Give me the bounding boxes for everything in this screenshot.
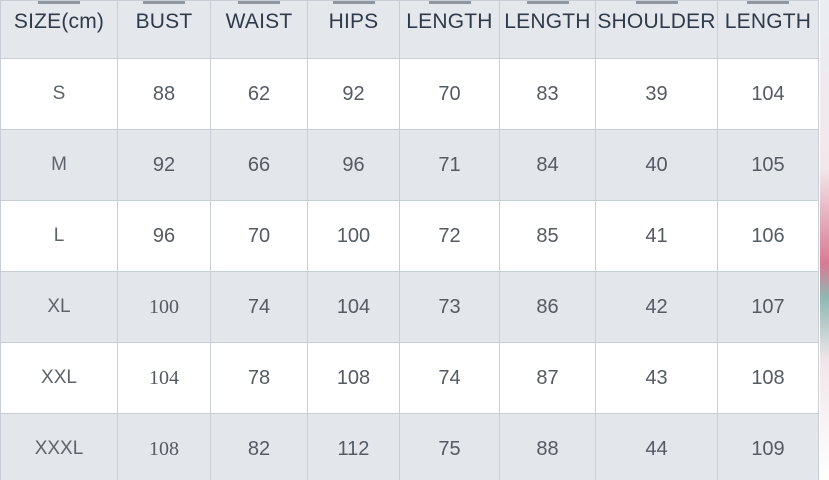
table-cell: 86 <box>499 271 596 343</box>
background-photo-edge <box>820 0 829 480</box>
table-cell: 42 <box>595 271 718 343</box>
table-row: XL 100 74 104 73 86 42 107 <box>0 271 819 343</box>
table-cell: 105 <box>717 129 819 201</box>
cropped-text-mark <box>38 1 80 9</box>
size-chart-page: SIZE(cm) BUST WAIST HIPS LENGTH LENGTH S… <box>0 0 829 480</box>
table-cell: 41 <box>595 200 718 272</box>
table-cell: 112 <box>307 413 400 480</box>
table-cell: 109 <box>717 413 819 480</box>
size-chart-table: SIZE(cm) BUST WAIST HIPS LENGTH LENGTH S… <box>0 0 819 480</box>
table-cell: 92 <box>307 58 400 130</box>
header-row: SIZE(cm) BUST WAIST HIPS LENGTH LENGTH S… <box>0 0 819 59</box>
header-size: SIZE(cm) <box>0 0 118 59</box>
size-cell: L <box>0 200 118 272</box>
cropped-text-mark <box>526 1 569 9</box>
table-cell: 40 <box>595 129 718 201</box>
table-cell: 100 <box>117 271 211 343</box>
table-cell: 108 <box>307 342 400 414</box>
table-cell: 43 <box>595 342 718 414</box>
cropped-text-mark <box>143 1 185 9</box>
table-row: L 96 70 100 72 85 41 106 <box>0 200 819 272</box>
table-cell: 44 <box>595 413 718 480</box>
table-cell: 85 <box>499 200 596 272</box>
table-row: XXL 104 78 108 74 87 43 108 <box>0 342 819 414</box>
size-cell: XXL <box>0 342 118 414</box>
header-shoulder: SHOULDER <box>595 0 718 59</box>
table-cell: 83 <box>499 58 596 130</box>
cropped-text-mark <box>428 1 471 9</box>
table-cell: 100 <box>307 200 400 272</box>
cropped-text-mark <box>238 1 280 9</box>
table-cell: 66 <box>210 129 308 201</box>
table-cell: 62 <box>210 58 308 130</box>
table-cell: 106 <box>717 200 819 272</box>
table-cell: 108 <box>717 342 819 414</box>
table-cell: 104 <box>307 271 400 343</box>
table-cell: 104 <box>117 342 211 414</box>
table-cell: 107 <box>717 271 819 343</box>
header-bust: BUST <box>117 0 211 59</box>
table-cell: 92 <box>117 129 211 201</box>
table-row: S 88 62 92 70 83 39 104 <box>0 58 819 130</box>
size-cell: XXXL <box>0 413 118 480</box>
table-cell: 73 <box>399 271 500 343</box>
table-cell: 96 <box>307 129 400 201</box>
table-cell: 88 <box>499 413 596 480</box>
table-cell: 74 <box>210 271 308 343</box>
table-cell: 70 <box>210 200 308 272</box>
table-cell: 108 <box>117 413 211 480</box>
table-cell: 74 <box>399 342 500 414</box>
cropped-text-mark <box>635 1 678 9</box>
table-cell: 75 <box>399 413 500 480</box>
table-cell: 82 <box>210 413 308 480</box>
table-cell: 96 <box>117 200 211 272</box>
header-hips: HIPS <box>307 0 400 59</box>
cropped-text-mark <box>747 1 789 9</box>
table-cell: 88 <box>117 58 211 130</box>
cropped-text-mark <box>332 1 375 9</box>
size-cell: S <box>0 58 118 130</box>
header-length-3: LENGTH <box>717 0 819 59</box>
table-row: XXXL 108 82 112 75 88 44 109 <box>0 413 819 480</box>
table-cell: 87 <box>499 342 596 414</box>
table-cell: 104 <box>717 58 819 130</box>
table-cell: 71 <box>399 129 500 201</box>
header-waist: WAIST <box>210 0 308 59</box>
size-cell: XL <box>0 271 118 343</box>
table-cell: 70 <box>399 58 500 130</box>
table-cell: 84 <box>499 129 596 201</box>
table-cell: 72 <box>399 200 500 272</box>
table-cell: 39 <box>595 58 718 130</box>
table-cell: 78 <box>210 342 308 414</box>
size-cell: M <box>0 129 118 201</box>
table-row: M 92 66 96 71 84 40 105 <box>0 129 819 201</box>
header-length-1: LENGTH <box>399 0 500 59</box>
header-length-2: LENGTH <box>499 0 596 59</box>
